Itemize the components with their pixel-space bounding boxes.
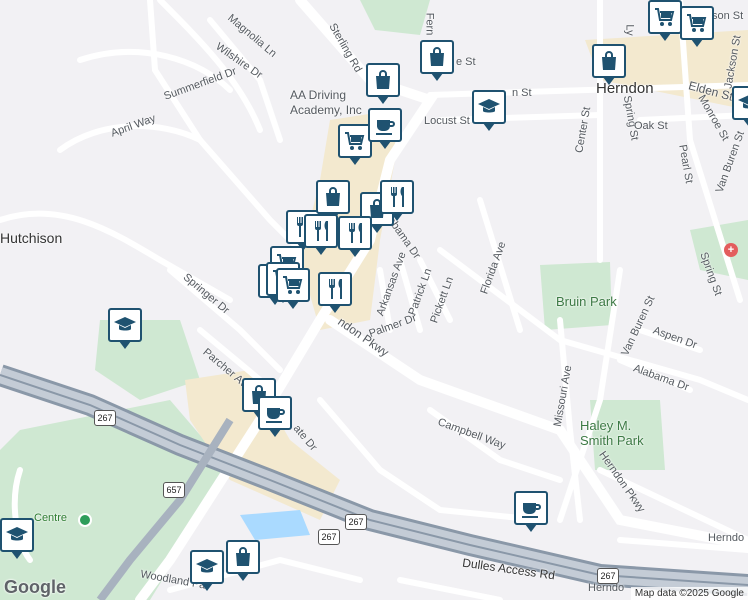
restaurant-pin[interactable] bbox=[318, 272, 352, 313]
coffee-cup-icon bbox=[373, 113, 397, 137]
route-shield: 267 bbox=[345, 514, 367, 530]
park-label: Bruin Park bbox=[556, 294, 617, 309]
street-label: e St bbox=[456, 56, 476, 68]
fork-knife-icon bbox=[323, 277, 347, 301]
street-label: son St bbox=[712, 10, 744, 22]
school-pin[interactable] bbox=[472, 90, 506, 131]
fork-knife-icon bbox=[343, 221, 367, 245]
shopping-cart-icon bbox=[685, 11, 709, 35]
restaurant-pin[interactable] bbox=[304, 214, 338, 255]
route-shield: 267 bbox=[94, 410, 116, 426]
restaurant-pin[interactable] bbox=[338, 216, 372, 257]
school-pin[interactable] bbox=[108, 308, 142, 349]
school-pin[interactable] bbox=[732, 86, 748, 127]
street-label: Ly bbox=[623, 24, 636, 36]
grocery-pin[interactable] bbox=[338, 124, 372, 165]
shop-pin[interactable] bbox=[366, 63, 400, 104]
cafe-pin[interactable] bbox=[514, 491, 548, 532]
grocery-pin[interactable] bbox=[648, 0, 682, 41]
street-label: Fern bbox=[423, 12, 436, 36]
cafe-pin[interactable] bbox=[258, 396, 292, 437]
route-shield: 267 bbox=[597, 568, 619, 584]
shopping-cart-icon bbox=[653, 5, 677, 29]
shop-pin[interactable] bbox=[592, 44, 626, 85]
street-label: n St bbox=[512, 87, 532, 99]
street-label: Locust St bbox=[424, 115, 470, 127]
poi-label: AA Driving Academy, Inc bbox=[290, 88, 362, 117]
hospital-icon[interactable]: + bbox=[724, 243, 738, 257]
graduation-cap-icon bbox=[477, 95, 501, 119]
map-canvas[interactable]: Sterling Rd Magnolia Ln Wilshire Dr Summ… bbox=[0, 0, 748, 600]
coffee-cup-icon bbox=[519, 496, 543, 520]
shopping-cart-icon bbox=[281, 273, 305, 297]
shopping-cart-icon bbox=[343, 129, 367, 153]
graduation-cap-icon bbox=[737, 91, 748, 115]
fork-knife-icon bbox=[385, 185, 409, 209]
shop-pin[interactable] bbox=[316, 180, 350, 221]
shopping-bag-icon bbox=[371, 68, 395, 92]
graduation-cap-icon bbox=[5, 523, 29, 547]
route-shield: 657 bbox=[163, 482, 185, 498]
poi-label: Centre bbox=[34, 512, 68, 524]
map-attribution[interactable]: Map data ©2025 Google bbox=[630, 587, 748, 600]
street-label: Oak St bbox=[634, 120, 668, 132]
grocery-pin[interactable] bbox=[276, 268, 310, 309]
restaurant-pin[interactable] bbox=[380, 180, 414, 221]
google-logo[interactable]: Google bbox=[4, 577, 66, 598]
cafe-pin[interactable] bbox=[368, 108, 402, 149]
route-shield: 267 bbox=[318, 529, 340, 545]
shopping-bag-icon bbox=[321, 185, 345, 209]
shop-pin[interactable] bbox=[420, 40, 454, 81]
shop-pin[interactable] bbox=[226, 540, 260, 581]
area-label: Hutchison bbox=[0, 230, 63, 246]
fork-knife-icon bbox=[309, 219, 333, 243]
school-pin[interactable] bbox=[0, 518, 34, 559]
coffee-cup-icon bbox=[263, 401, 287, 425]
graduation-cap-icon bbox=[195, 555, 219, 579]
school-pin[interactable] bbox=[190, 550, 224, 591]
shopping-bag-icon bbox=[425, 45, 449, 69]
graduation-cap-icon bbox=[113, 313, 137, 337]
place-marker-icon[interactable] bbox=[78, 513, 92, 527]
grocery-pin[interactable] bbox=[680, 6, 714, 47]
street-label: Herndo bbox=[708, 532, 745, 544]
shopping-bag-icon bbox=[231, 545, 255, 569]
shopping-bag-icon bbox=[597, 49, 621, 73]
park-label: Haley M. Smith Park bbox=[580, 418, 644, 448]
